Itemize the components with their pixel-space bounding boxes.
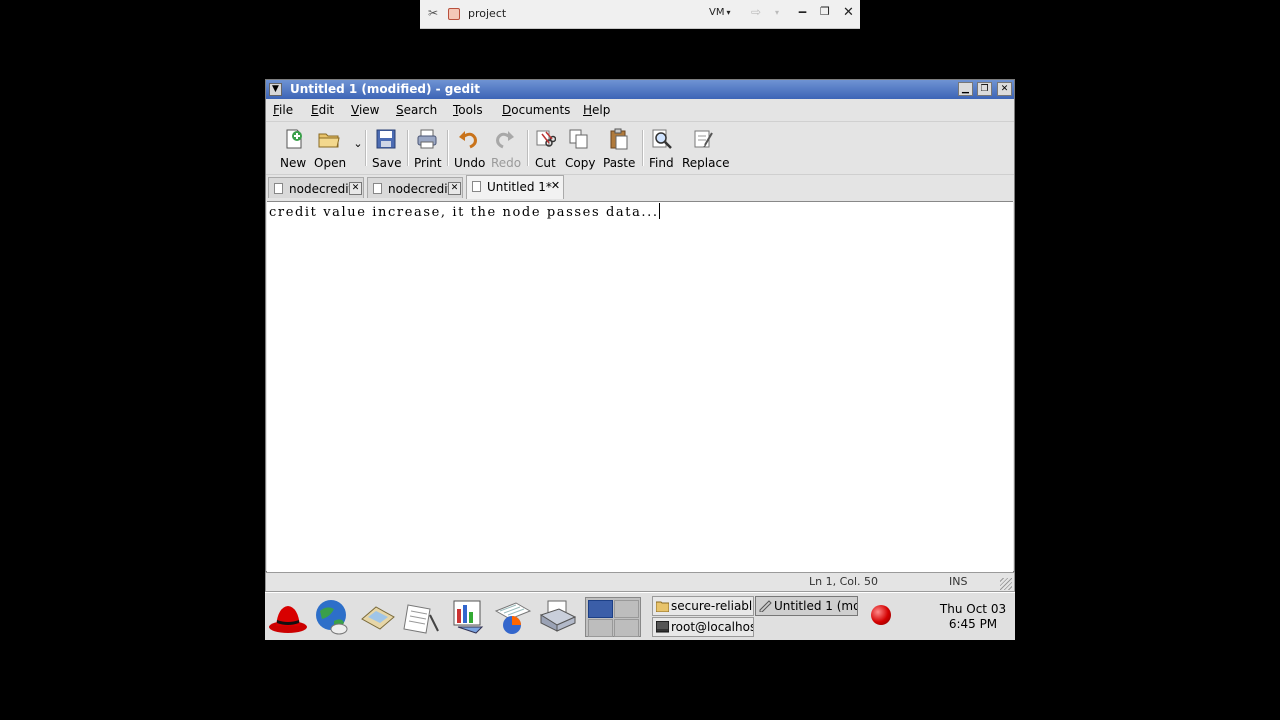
toolbar-separator [365,130,367,166]
editor-text-line[interactable]: credit value increase, it the node passe… [269,203,660,220]
workspace-2[interactable] [614,600,639,618]
tab-nodecredit-2[interactable]: nodecredit ✕ [367,177,463,198]
copy-icon [569,129,588,149]
task-untitled-1[interactable]: Untitled 1 (mod [755,596,858,616]
insert-mode: INS [949,575,968,588]
toolbar-separator [407,130,409,166]
vm-menu[interactable]: VM ▾ [709,7,730,18]
paste-clipboard-icon [610,128,628,150]
session-close-button[interactable]: ✕ [843,5,854,20]
window-close-button[interactable]: ✕ [997,82,1012,96]
toolbar: New Open ⌄ Save Print Undo Redo Cut Copy… [266,122,1014,175]
session-app-icon [448,8,460,20]
toolbar-separator [642,130,644,166]
document-icon [472,181,481,192]
clock-date: Thu Oct 03 [939,602,1007,616]
workspace-4[interactable] [614,619,639,637]
text-cursor [658,203,660,219]
menubar: File Edit View Search Tools Documents He… [266,99,1014,122]
save-disk-icon [376,129,396,149]
window-title: Untitled 1 (modified) - gedit [290,82,480,96]
window-minimize-button[interactable]: ▁ [958,82,973,96]
taskbar-panel: secure-reliable Untitled 1 (mod root@loc… [265,592,1015,640]
terminal-icon [656,621,669,633]
text-editor-area[interactable]: credit value increase, it the node passe… [267,201,1013,572]
toolbar-separator [447,130,449,166]
folder-icon [656,601,669,612]
tab-nodecredit-1[interactable]: nodecredit ✕ [268,177,364,198]
menu-file[interactable]: File [273,103,293,117]
session-restore-button[interactable]: ❐ [820,5,830,18]
clock[interactable]: Thu Oct 03 6:45 PM [933,602,1013,632]
menu-tools[interactable]: Tools [453,103,483,117]
document-tabs: nodecredit ✕ nodecredit ✕ Untitled 1* ✕ [266,175,1014,200]
workspace-3[interactable] [588,619,613,637]
web-browser-icon[interactable] [312,597,352,637]
menu-view[interactable]: View [351,103,379,117]
open-folder-icon [318,133,340,148]
word-processor-icon[interactable] [402,597,442,637]
window-maximize-button[interactable]: ❐ [977,82,992,96]
printer-launcher-icon[interactable] [538,597,578,637]
redo-arrow-icon [496,131,514,149]
menu-search[interactable]: Search [396,103,437,117]
record-indicator-icon[interactable] [871,605,891,625]
window-menu-chevron-icon[interactable]: ▼ [269,83,282,96]
toolbar-separator [527,130,529,166]
cursor-position: Ln 1, Col. 50 [809,575,879,588]
spreadsheet-icon[interactable] [492,597,532,637]
menu-documents[interactable]: Documents [502,103,570,117]
find-magnifier-icon [652,129,672,149]
undo-arrow-icon [459,131,477,149]
red-hat-menu-icon[interactable] [268,597,308,637]
menu-edit[interactable]: Edit [311,103,334,117]
tab-untitled-1[interactable]: Untitled 1* ✕ [466,175,564,199]
resize-grip[interactable] [1000,578,1012,590]
pin-icon[interactable]: ✂ [428,6,438,20]
forward-arrow-icon[interactable]: ⇨ [751,5,761,19]
forward-menu-chevron-icon[interactable]: ▾ [775,8,779,17]
workspace-1[interactable] [588,600,613,618]
tab-close-icon[interactable]: ✕ [549,180,562,193]
status-bar: Ln 1, Col. 50 INS [265,572,1015,592]
document-icon [373,183,382,194]
window-titlebar[interactable]: ▼ Untitled 1 (modified) - gedit ▁ ❐ ✕ [266,80,1014,99]
workspace-pager[interactable] [585,597,641,637]
session-title: project [468,7,507,20]
task-secure-reliable[interactable]: secure-reliable [652,596,754,616]
gedit-icon [759,600,772,612]
replace-icon [694,130,713,148]
mail-icon[interactable] [358,597,398,637]
tab-close-icon[interactable]: ✕ [448,182,461,195]
open-recent-chevron-icon[interactable]: ⌄ [352,137,364,150]
scissors-icon [536,130,556,147]
presentation-icon[interactable] [448,597,488,637]
printer-icon [417,129,437,149]
new-document-icon [286,129,302,149]
gedit-window: ▼ Untitled 1 (modified) - gedit ▁ ❐ ✕ Fi… [265,79,1015,572]
session-minimize-button[interactable]: ‒ [798,5,807,20]
menu-help[interactable]: Help [583,103,610,117]
clock-time: 6:45 PM [948,617,998,631]
task-root-localhost[interactable]: root@localhost [652,617,754,637]
document-icon [274,183,283,194]
remote-session-bar: ✂ project VM ▾ ⇨ ▾ ‒ ❐ ✕ [420,0,860,29]
tab-close-icon[interactable]: ✕ [349,182,362,195]
